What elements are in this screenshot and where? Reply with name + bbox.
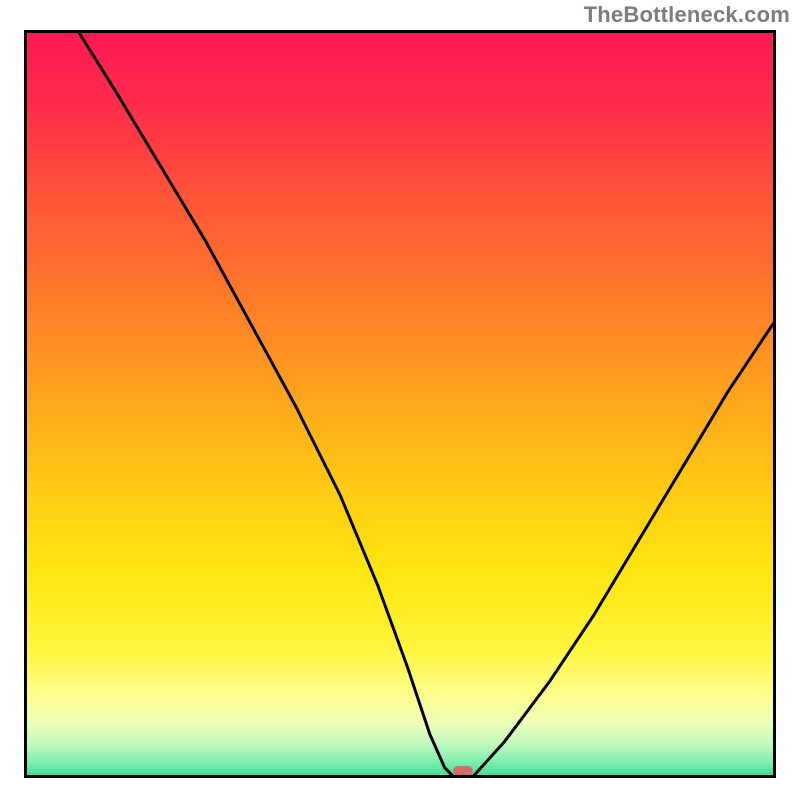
optimum-marker [453,766,473,776]
bottleneck-curve [27,33,773,778]
bottleneck-chart [24,30,776,778]
attribution-text: TheBottleneck.com [584,2,790,28]
